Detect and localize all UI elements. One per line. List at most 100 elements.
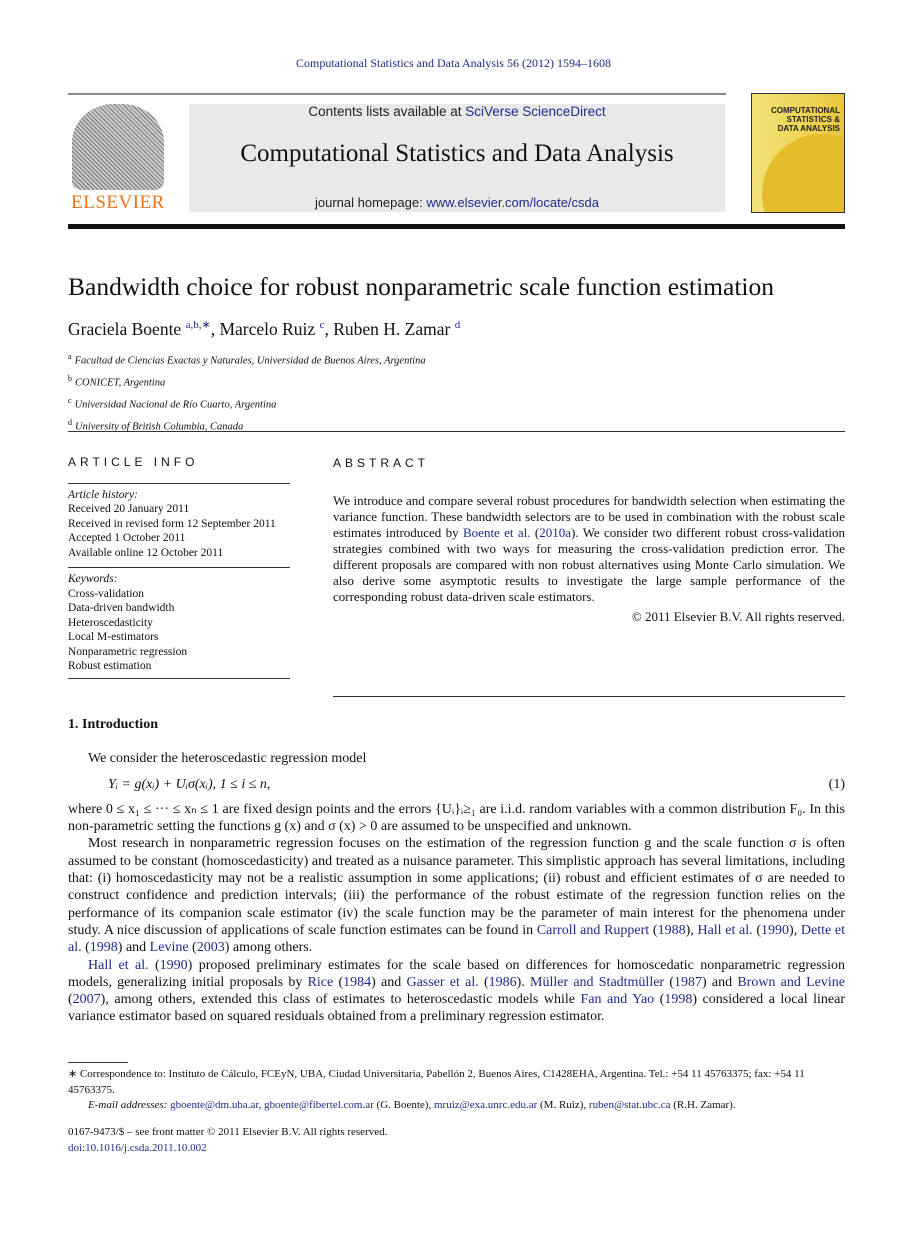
- author-affil-link[interactable]: a,b,∗: [186, 319, 211, 331]
- citation-link[interactable]: 2007: [73, 992, 101, 1007]
- introduction-section: 1. Introduction We consider the heterosc…: [68, 716, 845, 1026]
- text-segment: ).: [516, 974, 530, 990]
- affil-text: CONICET, Argentina: [75, 377, 166, 389]
- divider: [68, 431, 845, 432]
- paragraph: Hall et al. (1990) proposed preliminary …: [68, 957, 845, 1026]
- citation-link[interactable]: 1990: [761, 923, 789, 938]
- equation-body: Yᵢ = g(xᵢ) + Uᵢσ(xᵢ), 1 ≤ i ≤ n,: [108, 776, 271, 792]
- text-segment: E-mail addresses:: [88, 1099, 171, 1111]
- text-segment: ∗ Correspondence to: Instituto de Cálcul…: [68, 1068, 805, 1096]
- author-affil-link[interactable]: d: [455, 319, 461, 331]
- contents-line: Contents lists available at SciVerse Sci…: [189, 104, 725, 119]
- keyword: Data-driven bandwidth: [68, 602, 175, 614]
- abstract-heading: ABSTRACT: [333, 456, 430, 470]
- article-info: ARTICLE INFO Article history: Received 2…: [68, 455, 290, 679]
- affil-text: Universidad Nacional de Río Cuarto, Arge…: [74, 399, 277, 411]
- tree-icon: [72, 104, 164, 190]
- citation-link[interactable]: Rice: [308, 975, 334, 990]
- affil-mark: b: [68, 374, 72, 383]
- citation-link[interactable]: 1990: [160, 958, 188, 973]
- citation-link[interactable]: Hall et al.: [697, 923, 752, 938]
- text-segment: ) among others.: [224, 940, 313, 956]
- divider: [333, 696, 845, 697]
- citation-link[interactable]: Müller and Stadtmüller: [530, 975, 664, 990]
- citation-link[interactable]: Levine: [150, 940, 189, 955]
- section-heading: 1. Introduction: [68, 717, 158, 732]
- divider: [68, 93, 726, 95]
- citation-link[interactable]: 1998: [90, 940, 118, 955]
- history-item: Received 20 January 2011: [68, 503, 190, 515]
- text-segment: ) and: [371, 974, 407, 990]
- homepage-prefix: journal homepage:: [315, 195, 427, 210]
- paragraph: Most research in nonparametric regressio…: [68, 835, 845, 956]
- text-segment: (: [148, 957, 160, 973]
- text-segment: (: [530, 525, 540, 540]
- affiliations: a Facultad de Ciencias Exactas y Naturale…: [68, 348, 426, 436]
- article-info-heading: ARTICLE INFO: [68, 455, 199, 469]
- affiliation: b CONICET, Argentina: [68, 370, 426, 392]
- email-note: E-mail addresses: gboente@dm.uba.ar, gbo…: [68, 1098, 845, 1114]
- text-segment: (R.H. Zamar).: [670, 1099, 736, 1111]
- text-segment: (G. Boente),: [373, 1099, 434, 1111]
- text-segment: ),: [789, 922, 801, 938]
- keyword: Local M-estimators: [68, 631, 159, 643]
- citation-link[interactable]: 1986: [489, 975, 517, 990]
- keywords-label: Keywords:: [68, 573, 118, 585]
- citation-link[interactable]: Brown and Levine: [737, 975, 845, 990]
- citation-link[interactable]: Hall et al.: [88, 958, 149, 973]
- elsevier-logo: ELSEVIER: [68, 104, 168, 214]
- running-head-link[interactable]: Computational Statistics and Data Analys…: [0, 56, 907, 71]
- citation-link[interactable]: Fan and Yao: [581, 992, 655, 1007]
- paragraph: where 0 ≤ x₁ ≤ ··· ≤ xₙ ≤ 1 are fixed de…: [68, 801, 845, 836]
- doi-link[interactable]: doi:10.1016/j.csda.2011.10.002: [68, 1141, 387, 1157]
- citation-link[interactable]: gboente@dm.uba.ar: [170, 1099, 259, 1111]
- footnote-rule: [68, 1062, 128, 1063]
- correspondence-note: ∗ Correspondence to: Instituto de Cálcul…: [68, 1067, 845, 1098]
- affiliation: c Universidad Nacional de Río Cuarto, Arg…: [68, 392, 426, 414]
- citation-link[interactable]: 1988: [658, 923, 686, 938]
- author-name: Graciela Boente: [68, 318, 186, 339]
- citation-link[interactable]: Gasser et al.: [406, 975, 478, 990]
- article-title: Bandwidth choice for robust nonparametri…: [68, 272, 774, 301]
- text-segment: ),: [685, 922, 698, 938]
- history-item: Received in revised form 12 September 20…: [68, 517, 276, 530]
- journal-banner: Contents lists available at SciVerse Sci…: [189, 104, 725, 212]
- citation-link[interactable]: mruiz@exa.unrc.edu.ar: [434, 1099, 537, 1111]
- homepage-link[interactable]: www.elsevier.com/locate/csda: [426, 195, 599, 210]
- citation-link[interactable]: 1987: [674, 975, 702, 990]
- equation: Yᵢ = g(xᵢ) + Uᵢσ(xᵢ), 1 ≤ i ≤ n, (1): [68, 776, 845, 793]
- affiliation: d University of British Columbia, Canada: [68, 414, 426, 436]
- text-segment: (: [188, 940, 197, 956]
- text-segment: ) and: [117, 940, 150, 956]
- citation-link[interactable]: Boente et al.: [463, 525, 531, 540]
- text-segment: (: [81, 940, 90, 956]
- citation-link[interactable]: 2003: [197, 940, 225, 955]
- history-label: Article history:: [68, 488, 138, 501]
- affil-mark: c: [68, 396, 72, 405]
- front-matter: 0167-9473/$ – see front matter © 2011 El…: [68, 1125, 387, 1156]
- keyword: Cross-validation: [68, 587, 145, 600]
- abstract-text: We introduce and compare several robust …: [333, 493, 845, 605]
- sciencedirect-link[interactable]: SciVerse ScienceDirect: [465, 104, 605, 119]
- citation-link[interactable]: 1984: [343, 975, 371, 990]
- affil-mark: d: [68, 418, 72, 427]
- cover-curve: [762, 134, 844, 212]
- text-segment: where 0 ≤ x₁ ≤ ··· ≤ xₙ ≤ 1 are fixed de…: [68, 801, 845, 835]
- equation-number: (1): [828, 776, 845, 792]
- text-segment: (: [752, 922, 762, 938]
- author-name: , Ruben H. Zamar: [324, 318, 455, 339]
- cover-title: COMPUTATIONAL STATISTICS & DATA ANALYSIS: [770, 106, 840, 133]
- text-segment: (M. Ruiz),: [537, 1099, 589, 1111]
- affil-text: Facultad de Ciencias Exactas y Naturales…: [74, 355, 426, 367]
- text-segment: (: [649, 922, 658, 938]
- citation-link[interactable]: Carroll and Ruppert: [537, 923, 649, 938]
- citation-link[interactable]: 1998: [664, 992, 692, 1007]
- citation-link[interactable]: gboente@fibertel.com.ar: [264, 1099, 374, 1111]
- citation-link[interactable]: ruben@stat.ubc.ca: [589, 1099, 671, 1111]
- affiliation: a Facultad de Ciencias Exactas y Naturale…: [68, 348, 426, 370]
- text-segment: (: [478, 974, 489, 990]
- affil-mark: a: [68, 352, 72, 361]
- citation-link[interactable]: 2010a: [539, 525, 571, 540]
- history-item: Accepted 1 October 2011: [68, 532, 186, 544]
- paper-page: Computational Statistics and Data Analys…: [0, 0, 907, 1238]
